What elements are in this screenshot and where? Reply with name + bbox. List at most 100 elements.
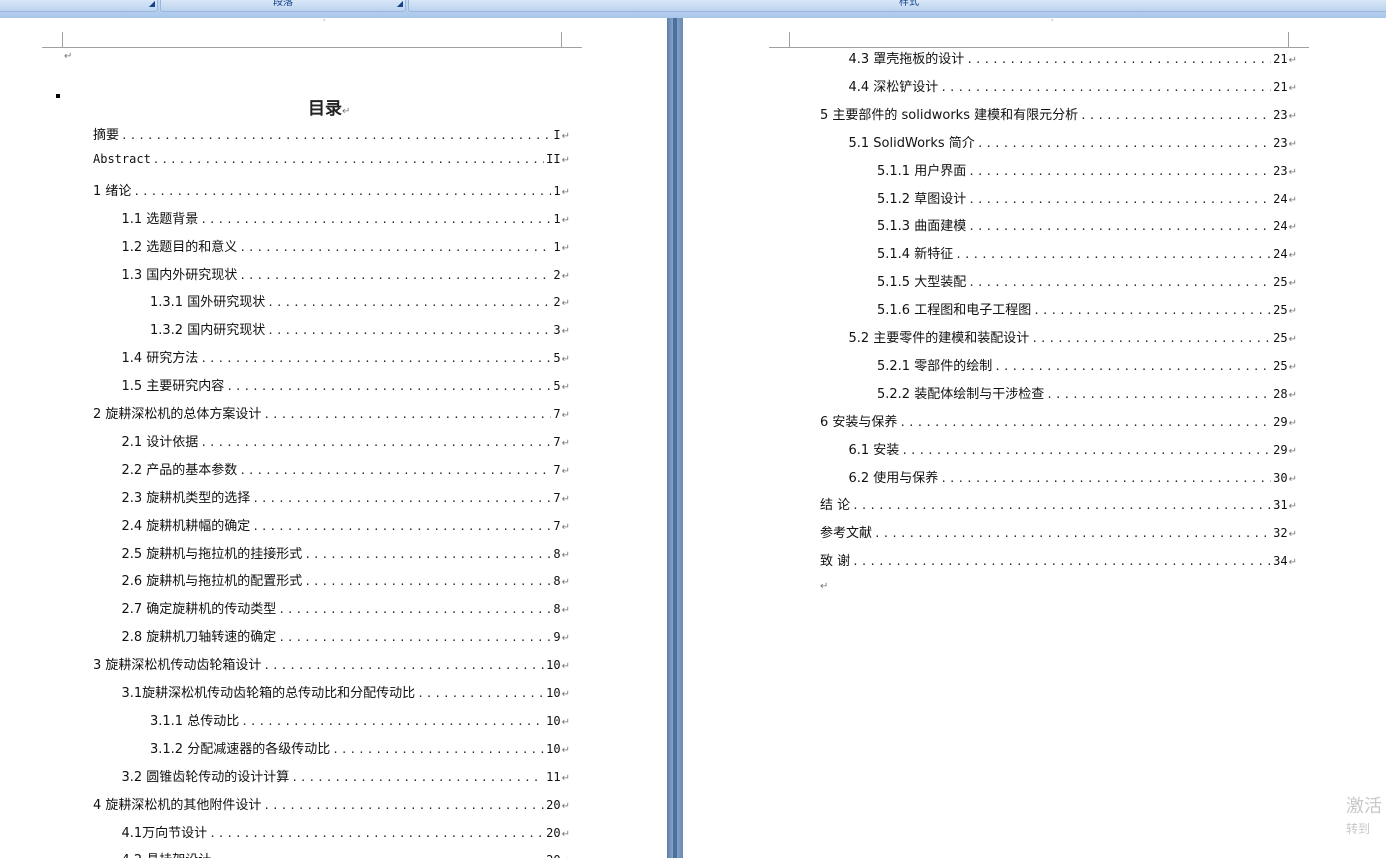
toc-entry[interactable]: 1.5 主要研究内容 5↵ [122, 375, 571, 395]
toc-entry-text: 1 绪论 [93, 183, 132, 199]
toc-entry-text: 5.2 主要零件的建模和装配设计 [848, 331, 1030, 346]
toc-entry[interactable]: 2.5 旋耕机与拖拉机的挂接形式 8↵ [122, 543, 571, 563]
toc-dot-leader [263, 799, 544, 812]
toc-entry[interactable]: 4.2 悬挂架设计20↵ [122, 849, 571, 858]
paragraph-mark: ↵ [1288, 445, 1297, 457]
toc-entry-text: 5.2.1 零部件的绘制 [877, 358, 993, 374]
toc-entry[interactable]: 1.2 选题目的和意义 1↵ [122, 236, 571, 256]
toc-entry-text: 结 论 [820, 498, 851, 514]
toc-dot-leader [332, 743, 544, 756]
toc-entry[interactable]: 1.3.1 国外研究现状 2↵ [150, 291, 570, 311]
toc-page-number: 20 [546, 825, 561, 840]
ribbon-group-styles[interactable]: 样式 [408, 0, 1386, 12]
toc-entry[interactable]: 5.1.4 新特征 24↵ [877, 243, 1297, 263]
toc-dot-leader [968, 220, 1271, 233]
paragraph-mark: ↵ [1288, 501, 1297, 513]
paragraph-mark: ↵ [1288, 529, 1297, 541]
toc-entry[interactable]: 5.2.1 零部件的绘制 25↵ [877, 355, 1297, 375]
toc-entry[interactable]: 2 旋耕深松机的总体方案设计 7↵ [93, 403, 570, 423]
toc-entry[interactable]: 5.2.2 装配体绘制与干涉检查 28↵ [877, 383, 1297, 403]
dialog-launcher-icon[interactable]: ◢ [397, 0, 403, 8]
toc-entry[interactable]: 5.2 主要零件的建模和装配设计 25↵ [849, 327, 1298, 347]
toc-entry[interactable]: 6.1 安装 29↵ [849, 439, 1298, 459]
toc-entry[interactable]: 3 旋耕深松机传动齿轮箱设计 10↵ [93, 654, 570, 674]
ribbon-group-paragraph[interactable]: 段落 ◢ [160, 0, 406, 12]
toc-entry[interactable]: 2.7 确定旋耕机的传动类型 8↵ [122, 598, 571, 618]
ribbon-group-label: 样式 [899, 0, 919, 8]
ribbon-group-font[interactable]: ◢ [0, 0, 158, 12]
toc-dot-leader [209, 827, 544, 840]
toc-entry[interactable]: 摘要 I↵ [93, 124, 570, 144]
paragraph-mark: ↵ [1288, 138, 1297, 150]
paragraph-mark: ↵ [561, 437, 570, 449]
toc-entry[interactable]: 2.4 旋耕机耕幅的确定 7↵ [122, 515, 571, 535]
toc-entry[interactable]: 结 论 31↵ [820, 494, 1297, 514]
paragraph-mark: ↵ [1288, 82, 1297, 94]
toc-entry-text: Abstract [93, 151, 151, 166]
toc-entry[interactable]: 2.2 产品的基本参数 7↵ [122, 459, 571, 479]
toc-entry[interactable]: 4.4 深松铲设计 21↵ [849, 76, 1298, 96]
toc-page-number: 10 [546, 686, 561, 700]
toc-entry-text: 4.3 罩壳拖板的设计 [848, 52, 965, 67]
toc-entry[interactable]: 1.3.2 国内研究现状 3↵ [150, 319, 570, 339]
toc-dot-leader [239, 269, 551, 282]
toc-entry[interactable]: 致 谢 34↵ [820, 550, 1297, 570]
toc-dot-leader [267, 324, 551, 337]
toc-entry-text: 5.1.1 用户界面 [877, 163, 967, 179]
document-page-left[interactable]: ˈ ↵ 目录↵ 摘要I↵AbstractII↵1 绪论1↵1.1 选题背景1↵1… [0, 18, 667, 858]
toc-entry[interactable]: 2.3 旋耕机类型的选择 7↵ [122, 487, 571, 507]
toc-entry[interactable]: 参考文献 32↵ [820, 522, 1297, 542]
toc-entry-text: 6 安装与保养 [820, 414, 898, 430]
toc-entry[interactable]: 5.1.6 工程图和电子工程图 25↵ [877, 299, 1297, 319]
toc-dot-leader [874, 527, 1271, 540]
paragraph-mark: ↵ [561, 270, 570, 282]
paragraph-mark: ↵ [1288, 110, 1297, 122]
toc-entry[interactable]: 5 主要部件的 solidworks 建模和有限元分析 23↵ [820, 104, 1297, 124]
toc-entry-text: 4 旋耕深松机的其他附件设计 [93, 797, 262, 813]
toc-page-number: 7 [553, 462, 561, 477]
toc-entry[interactable]: 4.3 罩壳拖板的设计 21↵ [849, 48, 1298, 68]
toc-page-number: 20 [546, 853, 560, 858]
document-page-right[interactable]: ˈ 4.3 罩壳拖板的设计21↵4.4 深松铲设计21↵5 主要部件的 soli… [683, 18, 1386, 858]
toc-entry[interactable]: 3.2 圆锥齿轮传动的设计计算 11↵ [122, 766, 571, 786]
paragraph-mark: ↵ [561, 410, 570, 421]
toc-entry[interactable]: 5.1.1 用户界面 23↵ [877, 160, 1297, 180]
paragraph-mark: ↵ [1288, 194, 1297, 206]
toc-dot-leader [133, 185, 551, 198]
toc-entry[interactable]: 3.1旋耕深松机传动齿轮箱的总传动比和分配传动比 10↵ [122, 682, 571, 702]
toc-entry-text: 2 旋耕深松机的总体方案设计 [93, 407, 262, 422]
toc-entry[interactable]: Abstract II↵ [93, 152, 570, 172]
dialog-launcher-icon[interactable]: ◢ [149, 0, 155, 8]
toc-entry[interactable]: 1.4 研究方法 5↵ [122, 347, 571, 367]
toc-entry[interactable]: 4.1万向节设计 20↵ [122, 822, 571, 842]
toc-entry[interactable]: 5.1.2 草图设计 24↵ [877, 188, 1297, 208]
toc-entry[interactable]: 1 绪论 1↵ [93, 180, 570, 200]
paragraph-mark: ↵ [1288, 306, 1297, 318]
toc-page-number: 29 [1273, 442, 1288, 457]
toc-dot-leader [200, 352, 551, 365]
toc-entry[interactable]: 5.1.3 曲面建模 24↵ [877, 215, 1297, 235]
toc-entry[interactable]: 1.1 选题背景 1↵ [122, 208, 571, 228]
toc-entry[interactable]: 6.2 使用与保养 30↵ [849, 467, 1298, 487]
toc-dot-leader [852, 555, 1271, 568]
toc-entry-text: 2.1 设计依据 [121, 434, 199, 450]
toc-title[interactable]: 目录↵ [308, 94, 350, 119]
toc-entry[interactable]: 2.6 旋耕机与拖拉机的配置形式 8↵ [122, 570, 571, 590]
toc-entry[interactable]: 4 旋耕深松机的其他附件设计 20↵ [93, 794, 570, 814]
toc-entry[interactable]: 2.1 设计依据 7↵ [122, 431, 571, 451]
toc-entry[interactable]: 5.1 SolidWorks 简介 23↵ [849, 132, 1298, 152]
toc-entry-text: 参考文献 [820, 526, 873, 542]
toc-entry[interactable]: 2.8 旋耕机刀轴转速的确定 9↵ [122, 626, 571, 646]
toc-entry[interactable]: 3.1.1 总传动比 10↵ [150, 710, 570, 730]
toc-entry[interactable]: 1.3 国内外研究现状 2↵ [122, 264, 571, 284]
toc-entry[interactable]: 3.1.2 分配减速器的各级传动比 10↵ [150, 738, 570, 758]
toc-page-number: I [553, 128, 561, 142]
toc-entry[interactable]: 5.1.5 大型装配 25↵ [877, 271, 1297, 291]
toc-page-number: 31 [1273, 498, 1288, 513]
paragraph-mark: ↵ [1288, 250, 1297, 262]
toc-page-number: II [546, 151, 561, 166]
toc-entry[interactable]: 6 安装与保养 29↵ [820, 411, 1297, 431]
paragraph-mark: ↵ [342, 106, 351, 117]
toc-page-number: 24 [1273, 191, 1288, 206]
paragraph-mark: ↵ [561, 326, 570, 338]
